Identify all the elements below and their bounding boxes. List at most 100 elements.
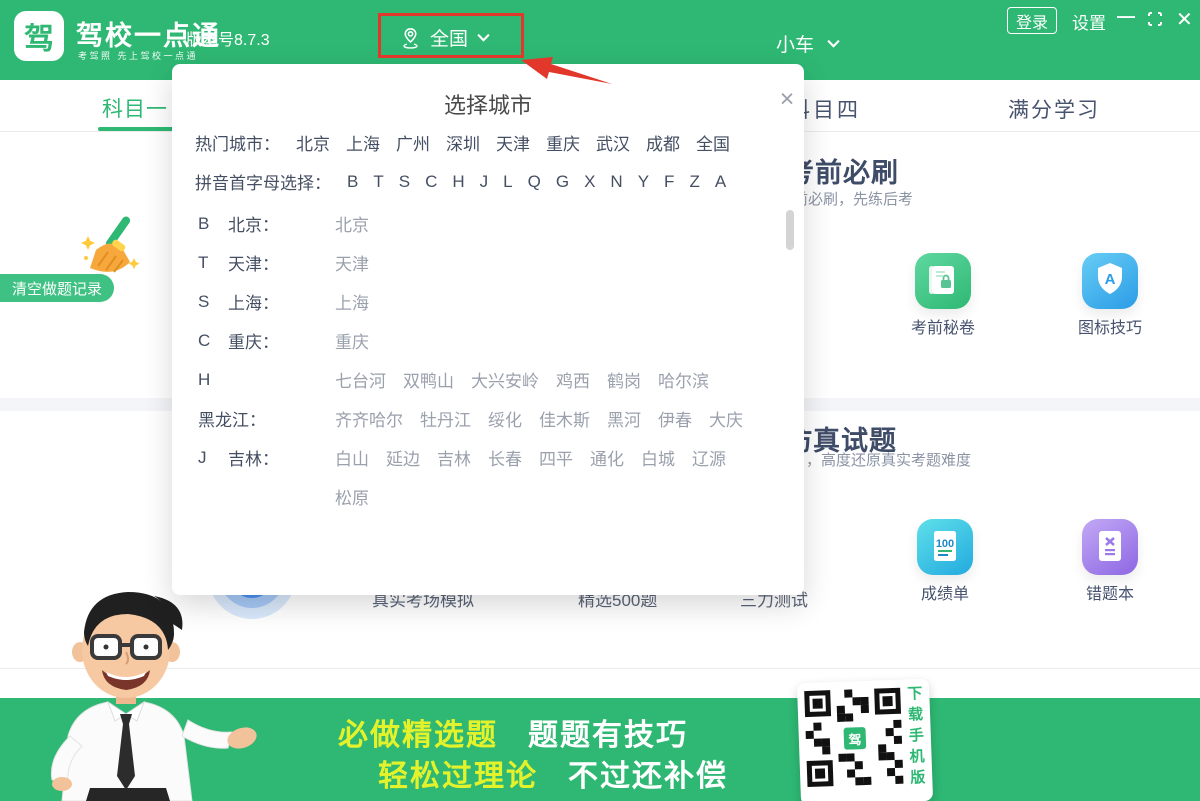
city-option[interactable]: 双鸭山	[403, 367, 454, 392]
maximize-icon	[1146, 10, 1164, 28]
city-row: 松原	[172, 477, 804, 516]
city-option[interactable]: 鸡西	[556, 367, 590, 392]
pinyin-letter[interactable]: T	[373, 172, 383, 192]
app-logo: 驾	[14, 11, 64, 61]
hot-city-link[interactable]: 成都	[646, 130, 680, 155]
city-option[interactable]: 大兴安岭	[471, 367, 539, 392]
pinyin-letter[interactable]: F	[664, 172, 674, 192]
app-label-secret-paper[interactable]: 考前秘卷	[883, 314, 1003, 338]
app-icon-score-sheet[interactable]: 100	[917, 519, 973, 575]
city-option[interactable]: 七台河	[335, 367, 386, 392]
banner-line1-highlight: 必做精选题	[338, 719, 498, 752]
city-option[interactable]: 大庆	[709, 406, 743, 431]
annotation-arrow-icon	[500, 50, 630, 100]
city-option[interactable]: 牡丹江	[420, 406, 471, 431]
city-option[interactable]: 佳木斯	[539, 406, 590, 431]
city-option[interactable]: 辽源	[692, 445, 726, 470]
city-option[interactable]: 通化	[590, 445, 624, 470]
city-option[interactable]: 长春	[488, 445, 522, 470]
pinyin-label: 拼音首字母选择：	[195, 169, 331, 194]
banner-line2-highlight: 轻松过理论	[378, 760, 538, 793]
hot-city-link[interactable]: 全国	[696, 130, 730, 155]
hot-city-list: 北京上海广州深圳天津重庆武汉成都全国	[296, 130, 730, 155]
city-option[interactable]: 齐齐哈尔	[335, 406, 403, 431]
row-province-label: 北京：	[228, 211, 335, 236]
pinyin-letter[interactable]: C	[425, 172, 437, 192]
city-option[interactable]: 天津	[335, 250, 369, 275]
app-label-sign-tricks[interactable]: 图标技巧	[1050, 314, 1170, 338]
city-option[interactable]: 白城	[641, 445, 675, 470]
hot-city-link[interactable]: 天津	[496, 130, 530, 155]
pinyin-letter[interactable]: Y	[638, 172, 649, 192]
pinyin-letter[interactable]: N	[610, 172, 622, 192]
pinyin-letter[interactable]: J	[480, 172, 489, 192]
minimize-button[interactable]: —	[1117, 6, 1135, 27]
version-label: 版本号8.7.3	[186, 26, 270, 50]
city-row: 黑龙江：齐齐哈尔牡丹江绥化佳木斯黑河伊春大庆	[172, 399, 804, 438]
vehicle-type-selector[interactable]: 小车	[776, 30, 840, 57]
banner-line1-rest: 题题有技巧	[528, 719, 688, 752]
city-option[interactable]: 鹤岗	[607, 367, 641, 392]
score-100-icon: 100	[917, 519, 973, 575]
hot-city-link[interactable]: 上海	[346, 130, 380, 155]
row-city-list: 北京	[335, 211, 804, 236]
section-subtitle-mock-exam: ，高度还原真实考题难度	[806, 449, 971, 470]
modal-scrollbar-thumb[interactable]	[786, 210, 794, 250]
city-option[interactable]: 黑河	[607, 406, 641, 431]
banner-line2: 轻松过理论不过还补偿	[378, 751, 728, 795]
broom-icon	[78, 214, 144, 282]
app-icon-wrong-questions[interactable]	[1082, 519, 1138, 575]
notebook-x-icon	[1082, 519, 1138, 575]
city-rows: B北京：北京T天津：天津S上海：上海C重庆：重庆H七台河双鸭山大兴安岭鸡西鹤岗哈…	[172, 204, 804, 516]
settings-button[interactable]: 设置	[1072, 9, 1106, 34]
pinyin-letter[interactable]: B	[347, 172, 358, 192]
row-province-label: 天津：	[228, 250, 335, 275]
hot-city-link[interactable]: 深圳	[446, 130, 480, 155]
hot-city-link[interactable]: 重庆	[546, 130, 580, 155]
city-option[interactable]: 伊春	[658, 406, 692, 431]
pinyin-letter[interactable]: L	[503, 172, 512, 192]
close-window-button[interactable]: ✕	[1176, 7, 1193, 32]
city-option[interactable]: 白山	[335, 445, 369, 470]
city-option[interactable]: 延边	[386, 445, 420, 470]
active-tab-underline	[98, 127, 176, 131]
row-province-label: 重庆：	[228, 328, 335, 353]
qr-caption: 下载手机版	[903, 685, 928, 796]
row-city-list: 松原	[335, 484, 804, 509]
tab-subject1[interactable]: 科目一	[102, 93, 168, 123]
app-icon-sign-tricks[interactable]: A	[1082, 253, 1138, 309]
pinyin-letter[interactable]: A	[715, 172, 726, 192]
city-option[interactable]: 重庆	[335, 328, 369, 353]
pinyin-letter[interactable]: Z	[689, 172, 699, 192]
app-icon-secret-paper[interactable]	[915, 253, 971, 309]
login-button[interactable]: 登录	[1007, 7, 1057, 34]
pinyin-letter[interactable]: Q	[528, 172, 541, 192]
city-option[interactable]: 四平	[539, 445, 573, 470]
city-option[interactable]: 北京	[335, 211, 369, 236]
city-option[interactable]: 绥化	[488, 406, 522, 431]
pinyin-letter[interactable]: X	[584, 172, 595, 192]
tab-full-marks[interactable]: 满分学习	[1008, 94, 1100, 124]
row-letter: H	[198, 370, 228, 390]
pinyin-letter[interactable]: S	[399, 172, 410, 192]
city-option[interactable]: 吉林	[437, 445, 471, 470]
pinyin-row: 拼音首字母选择： BTSCHJLQGXNYFZA	[195, 169, 726, 194]
hot-city-link[interactable]: 北京	[296, 130, 330, 155]
modal-close-icon[interactable]: ×	[774, 86, 800, 112]
city-row: C重庆：重庆	[172, 321, 804, 360]
clear-records-button[interactable]: 清空做题记录	[0, 274, 114, 302]
city-option[interactable]: 上海	[335, 289, 369, 314]
city-option[interactable]: 哈尔滨	[658, 367, 709, 392]
hot-city-link[interactable]: 广州	[396, 130, 430, 155]
app-label-wrong-questions[interactable]: 错题本	[1050, 580, 1170, 604]
row-city-list: 上海	[335, 289, 804, 314]
hot-city-link[interactable]: 武汉	[596, 130, 630, 155]
maximize-button[interactable]	[1146, 10, 1164, 33]
city-option[interactable]: 松原	[335, 484, 369, 509]
pinyin-letter[interactable]: H	[452, 172, 464, 192]
scroll-lock-icon	[915, 253, 971, 309]
app-label-score-sheet[interactable]: 成绩单	[885, 580, 1005, 604]
row-letter: C	[198, 331, 228, 351]
row-city-list: 天津	[335, 250, 804, 275]
pinyin-letter[interactable]: G	[556, 172, 569, 192]
